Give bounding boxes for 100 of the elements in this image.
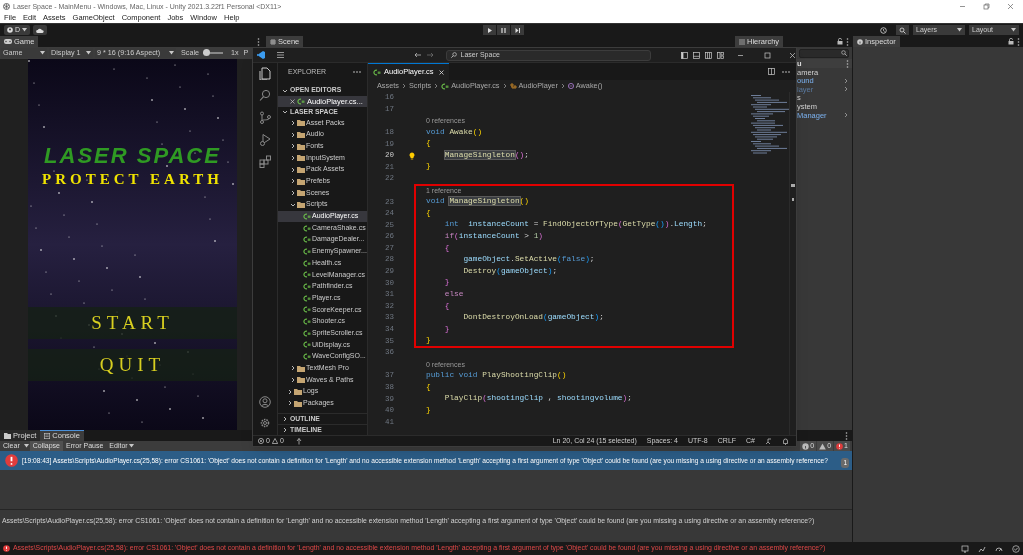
csharp-file-icon xyxy=(303,294,311,302)
csharp-file-icon xyxy=(303,306,311,314)
history-button[interactable] xyxy=(877,25,890,35)
csharp-file-icon xyxy=(303,329,311,337)
chevron-right-icon[interactable] xyxy=(290,166,296,173)
minimap-drawing xyxy=(749,94,789,156)
chevron-right-icon[interactable] xyxy=(290,154,296,161)
settings-icon[interactable] xyxy=(259,417,271,429)
chevron-right-icon[interactable] xyxy=(282,427,288,433)
csharp-file-icon xyxy=(303,271,311,279)
chevron-right-icon[interactable] xyxy=(501,83,508,89)
split-layout-icon[interactable] xyxy=(705,51,712,59)
chevron-down-icon[interactable] xyxy=(290,201,296,208)
error-icon xyxy=(258,438,264,444)
csharp-file-icon xyxy=(303,282,311,290)
csharp-file-icon xyxy=(303,224,311,232)
step-button[interactable] xyxy=(511,25,525,35)
extensions-icon[interactable] xyxy=(259,155,271,168)
lock-icon xyxy=(1008,38,1014,45)
restore-icon[interactable] xyxy=(983,2,990,10)
error-icon xyxy=(5,454,18,467)
menu-button[interactable]: QUIT xyxy=(28,349,237,381)
play-button[interactable] xyxy=(483,25,497,35)
csharp-file-icon xyxy=(373,68,381,76)
play-icon xyxy=(486,26,494,34)
menu-button[interactable]: START xyxy=(28,307,237,339)
chevron-right-icon[interactable] xyxy=(287,388,293,395)
caret-icon xyxy=(22,28,28,32)
files-icon[interactable] xyxy=(259,67,271,80)
panel-toggle-icon[interactable] xyxy=(693,51,700,59)
feedback-icon[interactable] xyxy=(765,437,772,445)
folder-icon xyxy=(4,432,11,439)
caret-icon xyxy=(957,28,962,32)
chevron-right-icon[interactable] xyxy=(433,83,440,89)
info-icon xyxy=(857,38,863,45)
chevron-right-icon[interactable] xyxy=(282,416,288,422)
forward-arrow-icon[interactable] xyxy=(427,52,435,58)
console-entry[interactable] xyxy=(0,451,852,470)
more-icon xyxy=(257,37,260,46)
chevron-right-icon[interactable] xyxy=(290,189,296,196)
scroll-marker-icon xyxy=(791,184,795,202)
notification-icon[interactable] xyxy=(782,437,789,445)
account-icon[interactable] xyxy=(259,396,271,408)
chevron-right-icon[interactable] xyxy=(287,400,293,407)
caret-icon xyxy=(169,51,174,55)
source-control-icon[interactable] xyxy=(259,111,271,124)
chevron-right-icon[interactable] xyxy=(290,131,296,138)
chevron-right-icon[interactable] xyxy=(290,143,296,150)
csharp-file-icon xyxy=(441,82,450,90)
chevron-down-icon[interactable] xyxy=(282,87,288,94)
lightbulb-icon xyxy=(409,151,415,160)
slider-thumb[interactable] xyxy=(203,49,210,56)
search-field[interactable] xyxy=(799,48,849,58)
user-icon xyxy=(7,27,13,33)
method-icon xyxy=(567,83,574,89)
search-button[interactable] xyxy=(896,25,909,35)
more-icon xyxy=(846,37,849,46)
step-icon xyxy=(514,26,522,34)
csharp-file-icon xyxy=(303,353,311,361)
search-icon xyxy=(451,52,458,58)
check-icon[interactable] xyxy=(1012,544,1020,553)
error-icon xyxy=(836,442,844,450)
pause-button[interactable] xyxy=(497,25,511,35)
csharp-file-icon xyxy=(303,236,311,244)
run-debug-icon[interactable] xyxy=(259,133,271,146)
code-editor-logo-icon xyxy=(257,51,265,59)
gauge-icon[interactable] xyxy=(995,544,1003,553)
chevron-down-icon[interactable] xyxy=(282,109,288,115)
graph-icon[interactable] xyxy=(978,544,986,553)
chevron-right-icon[interactable] xyxy=(400,83,407,89)
search-icon xyxy=(899,26,906,34)
back-arrow-icon[interactable] xyxy=(414,52,422,58)
csharp-file-icon xyxy=(303,341,311,349)
history-icon xyxy=(880,26,887,34)
error-icon xyxy=(3,545,10,552)
chevron-right-icon[interactable] xyxy=(290,178,296,185)
unity-logo-icon xyxy=(3,2,10,10)
sidebar-toggle-icon[interactable] xyxy=(681,51,688,59)
broadcast-icon[interactable] xyxy=(295,437,302,445)
menu-button[interactable] xyxy=(276,50,286,60)
cloud-button[interactable] xyxy=(33,25,48,35)
caret-icon xyxy=(86,51,91,55)
layout-grid-icon[interactable] xyxy=(717,51,724,59)
class-icon xyxy=(509,83,517,89)
more-icon[interactable] xyxy=(782,70,790,73)
gamepad-icon xyxy=(4,39,12,44)
game-title: LASER SPACE xyxy=(44,145,221,167)
chevron-right-icon[interactable] xyxy=(290,365,296,372)
caret-icon xyxy=(23,444,29,448)
warning-icon xyxy=(271,438,278,444)
chevron-right-icon[interactable] xyxy=(290,119,296,126)
network-icon[interactable] xyxy=(961,544,969,553)
search-icon[interactable] xyxy=(259,89,271,102)
maximize-icon[interactable] xyxy=(764,51,771,59)
chevron-right-icon[interactable] xyxy=(559,83,566,89)
chevron-right-icon[interactable] xyxy=(290,376,296,383)
caret-icon xyxy=(40,51,45,55)
caret-icon xyxy=(128,444,134,448)
more-icon xyxy=(846,59,849,68)
split-editor-icon[interactable] xyxy=(768,68,775,75)
